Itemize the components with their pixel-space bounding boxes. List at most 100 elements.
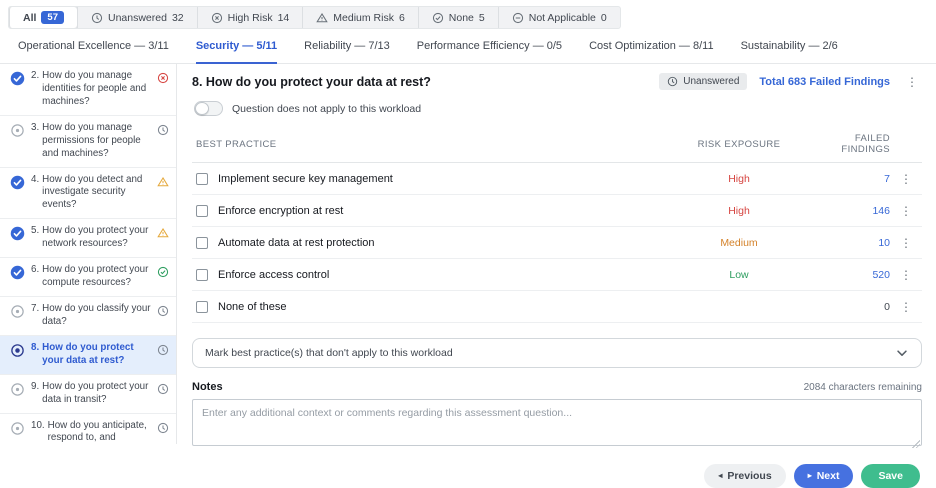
chevron-down-icon (895, 346, 909, 360)
filter-chip[interactable]: High Risk 14 (196, 7, 303, 28)
question-detail-panel: 8. How do you protect your data at rest?… (177, 64, 936, 488)
pillar-tab[interactable]: Reliability — 7/13 (304, 40, 390, 64)
table-row: Enforce encryption at rest High 146 ⋮ (192, 195, 922, 227)
total-failed-findings-link[interactable]: Total 683 Failed Findings (759, 76, 890, 88)
best-practice-label: Automate data at rest protection (218, 236, 375, 249)
col-header-best-practice: BEST PRACTICE (196, 138, 277, 150)
best-practice-label: Implement secure key management (218, 172, 393, 185)
table-header-row: BEST PRACTICE RISK EXPOSURE FAILED FINDI… (192, 125, 922, 163)
row-menu-kebab-icon[interactable]: ⋮ (890, 173, 922, 185)
failed-findings-count[interactable]: 146 (814, 205, 890, 217)
previous-button[interactable]: ◂ Previous (704, 464, 786, 488)
question-number: 7. (31, 302, 40, 314)
question-list-item[interactable]: 4. How do you detect and investigate sec… (0, 168, 176, 220)
status-badge-label: Unanswered (683, 76, 740, 87)
pillar-tab[interactable]: Cost Optimization — 8/11 (589, 40, 714, 64)
triangle-warning-icon (316, 12, 329, 24)
question-text: How do you protect your compute resource… (42, 264, 149, 289)
row-menu-kebab-icon[interactable]: ⋮ (890, 269, 922, 281)
check-solid-icon (10, 175, 25, 190)
risk-exposure-value: High (728, 204, 750, 217)
top-filter-bar: All 57 Unanswered 32 High Risk 14 Medium… (0, 0, 936, 29)
radio-icon (10, 382, 25, 397)
mark-not-apply-expander[interactable]: Mark best practice(s) that don't apply t… (192, 338, 922, 368)
filter-chip[interactable]: None 5 (417, 7, 498, 28)
question-list-item[interactable]: 3. How do you manage permissions for peo… (0, 116, 176, 168)
question-text: How do you protect your data at rest? (42, 341, 134, 366)
next-button[interactable]: ▸ Next (793, 464, 854, 488)
filter-count: 0 (600, 11, 607, 24)
filter-chip[interactable]: All 57 (9, 7, 77, 28)
best-practice-checkbox[interactable] (196, 300, 208, 313)
filter-label: Not Applicable (528, 11, 596, 24)
row-menu-kebab-icon[interactable]: ⋮ (890, 205, 922, 217)
filter-label: None (448, 11, 474, 24)
question-text: How do you anticipate, respond to, and r… (47, 419, 147, 444)
assessment-app: All 57 Unanswered 32 High Risk 14 Medium… (0, 0, 936, 488)
circle-check-icon (157, 266, 169, 278)
row-menu-kebab-icon[interactable]: ⋮ (890, 301, 922, 313)
best-practice-label: None of these (218, 300, 287, 313)
content-row: 2. How do you manage identities for peop… (0, 64, 936, 488)
check-solid-icon (10, 226, 25, 241)
filter-count: 5 (478, 11, 485, 24)
best-practice-label: Enforce encryption at rest (218, 204, 344, 217)
best-practice-checkbox[interactable] (196, 268, 208, 281)
page-title: 8. How do you protect your data at rest? (192, 74, 431, 89)
filter-label: Unanswered (108, 11, 167, 24)
pillar-tab-label: Cost Optimization — 8/11 (589, 40, 714, 52)
clock-icon (91, 12, 103, 24)
question-list-item[interactable]: 7. How do you classify your data? (0, 297, 176, 336)
pillar-tab[interactable]: Security — 5/11 (195, 40, 278, 64)
save-button[interactable]: Save (861, 464, 920, 488)
question-menu-kebab-icon[interactable]: ⋮ (902, 76, 922, 88)
failed-findings-count[interactable]: 520 (814, 269, 890, 281)
pillar-tab[interactable]: Performance Efficiency — 0/5 (417, 40, 562, 64)
notes-input[interactable] (192, 399, 922, 446)
question-list-item[interactable]: 8. How do you protect your data at rest? (0, 335, 176, 375)
pillar-tab[interactable]: Operational Excellence — 3/11 (18, 40, 169, 64)
question-header: 8. How do you protect your data at rest?… (192, 73, 922, 90)
notes-header: Notes 2084 characters remaining (192, 381, 922, 393)
question-list-item[interactable]: 2. How do you manage identities for peop… (0, 64, 176, 116)
question-text: How do you manage identities for people … (42, 70, 147, 107)
best-practice-checkbox[interactable] (196, 172, 208, 185)
pillar-tabs: Operational Excellence — 3/11 Security —… (0, 29, 936, 64)
question-text: How do you protect your data in transit? (42, 380, 149, 405)
row-menu-kebab-icon[interactable]: ⋮ (890, 237, 922, 249)
notes-textarea-wrap (192, 393, 922, 451)
question-sidebar: 2. How do you manage identities for peop… (0, 64, 177, 444)
failed-findings-count[interactable]: 10 (814, 237, 890, 249)
question-list-item[interactable]: 5. How do you protect your network resou… (0, 219, 176, 259)
filter-chip[interactable]: Not Applicable 0 (497, 7, 620, 28)
not-applicable-toggle-row: Question does not apply to this workload (194, 101, 922, 116)
best-practice-checkbox[interactable] (196, 236, 208, 249)
best-practice-checkbox[interactable] (196, 204, 208, 217)
failed-findings-count[interactable]: 7 (814, 173, 890, 185)
question-list-item[interactable]: 10. How do you anticipate, respond to, a… (0, 414, 176, 444)
circle-x-icon (211, 12, 223, 24)
question-text: How do you detect and investigate securi… (42, 173, 143, 211)
filter-count: 6 (398, 11, 405, 24)
pillar-tab[interactable]: Sustainability — 2/6 (741, 40, 838, 64)
question-list-item[interactable]: 6. How do you protect your compute resou… (0, 258, 176, 297)
failed-findings-count[interactable]: 0 (814, 301, 890, 313)
table-row: Enforce access control Low 520 ⋮ (192, 259, 922, 291)
clock-icon (157, 305, 169, 317)
filter-chip[interactable]: Unanswered 32 (77, 7, 197, 28)
footer-actions: ◂ Previous ▸ Next Save (192, 464, 920, 488)
pillar-tab-label: Operational Excellence — 3/11 (18, 40, 169, 52)
filter-chip[interactable]: Medium Risk 6 (302, 7, 418, 28)
question-not-apply-toggle[interactable] (194, 101, 223, 116)
pillar-tab-label: Performance Efficiency — 0/5 (416, 40, 563, 52)
risk-exposure-value: Medium (720, 236, 758, 249)
table-body: Implement secure key management High 7 ⋮… (192, 163, 922, 323)
triangle-warning-icon (157, 176, 169, 188)
col-header-risk-exposure: RISK EXPOSURE (697, 138, 781, 150)
clock-icon (157, 124, 169, 136)
arrow-left-icon: ◂ (718, 471, 723, 480)
question-list-item[interactable]: 9. How do you protect your data in trans… (0, 375, 176, 414)
triangle-warning-icon (157, 227, 169, 239)
radio-icon (10, 304, 25, 319)
question-number: 4. (31, 173, 40, 185)
